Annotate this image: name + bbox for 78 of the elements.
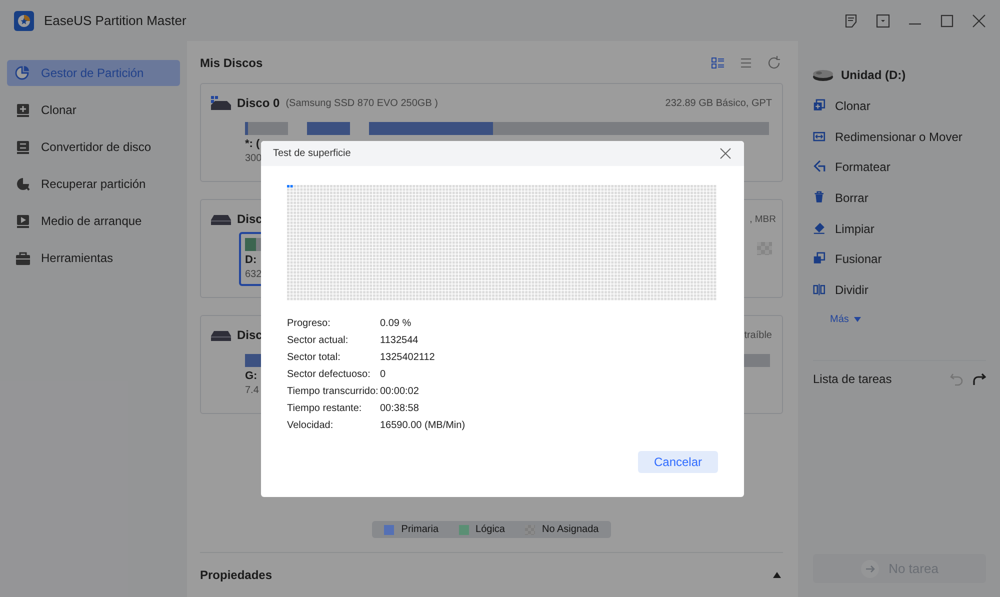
- partition-size: 7.4: [245, 385, 259, 396]
- partition-size: 300: [245, 153, 262, 164]
- drive-icon: [813, 68, 833, 82]
- format-icon: [813, 160, 827, 174]
- cancel-button[interactable]: Cancelar: [638, 451, 718, 473]
- action-item[interactable]: Clonar: [813, 98, 986, 114]
- recover-pie-icon: [15, 176, 31, 192]
- action-item[interactable]: Limpiar: [813, 220, 986, 237]
- field-label: Velocidad:: [287, 419, 334, 432]
- close-icon[interactable]: [972, 14, 986, 28]
- field-label: Tiempo restante:: [287, 402, 363, 415]
- field-label: Sector actual:: [287, 334, 350, 347]
- app-logo-icon: [14, 10, 34, 30]
- field-value: 1132544: [380, 334, 420, 347]
- disk-info: , MBR: [750, 214, 776, 224]
- field-label: Progreso:: [287, 317, 332, 330]
- more-link[interactable]: Más: [813, 314, 861, 325]
- task-list-title: Lista de tareas: [813, 372, 893, 386]
- disk-name: Disc: [237, 212, 262, 226]
- hard-drive-icon: [211, 212, 231, 226]
- close-icon[interactable]: [720, 148, 731, 159]
- list-view-icon[interactable]: [739, 56, 753, 70]
- action-item[interactable]: Dividir: [813, 282, 986, 298]
- caret-icon: [854, 316, 861, 322]
- sidebar-item[interactable]: Recuperar partición: [7, 171, 180, 197]
- field-label: Sector total:: [287, 351, 342, 364]
- action-item[interactable]: Borrar: [813, 190, 986, 206]
- sidebar-item[interactable]: Clonar: [7, 97, 180, 123]
- toolbox-icon: [15, 250, 31, 266]
- clone-icon: [813, 99, 827, 113]
- window-title: EaseUS Partition Master: [44, 13, 188, 28]
- dialog-title: Test de superficie: [273, 148, 352, 159]
- field-value: 00:38:58: [380, 402, 420, 415]
- legend-label: Primaria: [401, 524, 439, 535]
- disk-model: (Samsung SSD 870 EVO 250GB ): [286, 98, 439, 108]
- merge-icon: [813, 252, 827, 266]
- collapse-toggle-icon[interactable]: [773, 572, 781, 578]
- redo-icon[interactable]: [972, 372, 986, 386]
- disk-name: Disc: [237, 328, 262, 342]
- legend-label: Lógica: [476, 524, 505, 535]
- field-value: 0: [380, 368, 387, 381]
- clone-icon: [15, 102, 31, 118]
- maximize-icon[interactable]: [940, 14, 954, 28]
- grid-view-icon[interactable]: [711, 56, 725, 70]
- field-value: 1325402112: [380, 351, 436, 364]
- properties-title: Propiedades: [200, 568, 272, 582]
- hard-drive-icon: [211, 328, 231, 342]
- partition-label: *: (: [245, 138, 260, 150]
- resize-icon: [813, 130, 827, 144]
- ssd-drive-icon: [211, 96, 231, 110]
- notes-icon[interactable]: [844, 14, 858, 28]
- eraser-icon: [813, 222, 827, 236]
- disk-info: 232.89 GB Básico, GPT: [665, 98, 772, 108]
- section-title: Mis Discos: [200, 56, 264, 70]
- action-item[interactable]: Fusionar: [813, 251, 986, 268]
- field-value: 0.09 %: [380, 317, 412, 330]
- drive-title: Unidad (D:): [841, 68, 906, 82]
- sidebar-item[interactable]: Medio de arranque: [7, 208, 180, 234]
- field-value: 16590.00 (MB/Min): [380, 419, 466, 432]
- field-value: 00:00:02: [380, 385, 420, 398]
- action-item[interactable]: Redimensionar o Mover: [813, 128, 986, 145]
- field-label: Tiempo transcurrido:: [287, 385, 380, 398]
- disk-name: Disco 0: [237, 96, 280, 110]
- refresh-icon[interactable]: [767, 56, 781, 70]
- pie-chart-icon: [15, 65, 31, 81]
- partition-label: D:: [245, 254, 257, 266]
- field-label: Sector defectuoso:: [287, 368, 372, 381]
- partition-size: 632: [245, 269, 262, 280]
- sidebar-item[interactable]: Herramientas: [7, 245, 180, 271]
- sidebar-item[interactable]: Convertidor de disco: [7, 134, 180, 160]
- partition-label: G:: [245, 370, 258, 382]
- boot-media-icon: [15, 213, 31, 229]
- action-item[interactable]: Formatear: [813, 159, 986, 176]
- split-icon: [813, 283, 827, 298]
- disk-info: traíble: [744, 330, 772, 340]
- disk-convert-icon: [15, 139, 31, 155]
- legend-label: No Asignada: [542, 524, 599, 535]
- download-box-icon[interactable]: [876, 14, 890, 28]
